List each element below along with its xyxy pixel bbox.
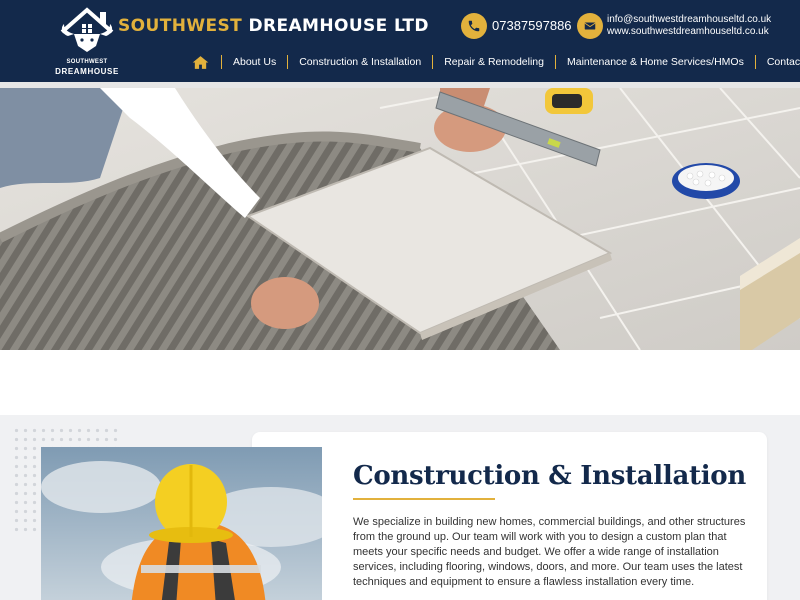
logo-text-line2: DREAMHOUSE	[55, 67, 119, 76]
title-underline	[353, 498, 495, 500]
site-header: SOUTHWEST DREAMHOUSE SOUTHWEST DREAMHOUS…	[0, 0, 800, 84]
hero-image	[0, 88, 800, 350]
nav-item-construction-installation[interactable]: Construction & Installation	[287, 55, 432, 69]
nav-item-contact-us[interactable]: Contact Us	[754, 55, 800, 69]
phone-icon[interactable]	[461, 13, 487, 39]
mail-icon[interactable]	[577, 13, 603, 39]
nav-item-repair-remodeling[interactable]: Repair & Remodeling	[432, 55, 555, 69]
section-description: We specialize in building new homes, com…	[353, 516, 746, 588]
site-logo[interactable]: SOUTHWEST DREAMHOUSE	[52, 4, 122, 78]
logo-text-line1: SOUTHWEST	[66, 59, 108, 65]
brand-name-part1: SOUTHWEST	[118, 16, 243, 36]
email-address[interactable]: info@southwestdreamhouseltd.co.uk	[607, 14, 771, 26]
phone-number[interactable]: 07387597886	[492, 18, 572, 33]
brand-name[interactable]: SOUTHWEST DREAMHOUSE LTD	[118, 16, 429, 36]
website-address[interactable]: www.southwestdreamhouseltd.co.uk	[607, 26, 771, 38]
house-logo-icon	[60, 7, 114, 52]
nav-item-maintenance-home-services[interactable]: Maintenance & Home Services/HMOs	[555, 55, 755, 69]
main-nav: About Us Construction & Installation Rep…	[190, 52, 800, 72]
contact-text: info@southwestdreamhouseltd.co.uk www.so…	[607, 14, 771, 38]
nav-item-about-us[interactable]: About Us	[221, 55, 287, 69]
section-title: Construction & Installation	[353, 461, 746, 491]
construction-worker-image	[41, 447, 322, 600]
brand-name-part2: DREAMHOUSE LTD	[242, 16, 429, 36]
home-icon[interactable]	[190, 53, 210, 71]
